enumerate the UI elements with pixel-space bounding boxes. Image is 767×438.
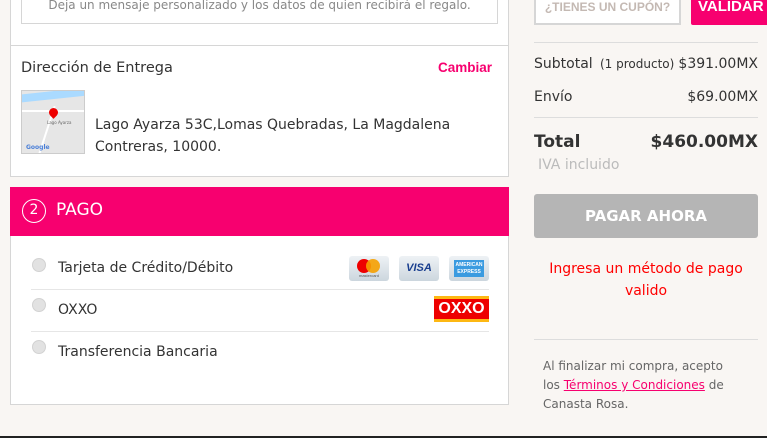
total-label: Total	[534, 132, 581, 152]
tax-note: IVA incluido	[538, 157, 620, 173]
gift-card: Deja un mensaje personalizado y los dato…	[10, 0, 509, 46]
delivery-title: Dirección de Entrega	[21, 60, 173, 76]
subtotal-count: (1 producto)	[600, 57, 675, 71]
visa-icon: VISA	[399, 256, 439, 281]
option-label-transfer: Transferencia Bancaria	[58, 344, 218, 360]
mastercard-icon: mastercard	[349, 256, 389, 281]
address-line-1: Lago Ayarza 53C,Lomas Quebradas, La Magd…	[95, 117, 451, 133]
terms-link[interactable]: Términos y Condiciones	[564, 378, 705, 392]
total-value: $460.00MX	[650, 132, 758, 152]
map-thumbnail: Lago Ayarza Google	[21, 90, 85, 154]
subtotal-label: Subtotal	[534, 56, 593, 72]
gift-message-placeholder: Deja un mensaje personalizado y los dato…	[48, 0, 471, 12]
validate-coupon-button[interactable]: VALIDAR	[691, 0, 767, 25]
map-street-label: Lago Ayarza	[47, 120, 72, 125]
address-line-2: Contreras, 10000.	[95, 139, 222, 155]
terms-text: Al finalizar mi compra, acepto los Térmi…	[543, 357, 733, 414]
amex-label: AMERICAN EXPRESS	[454, 260, 484, 277]
amex-icon: AMERICAN EXPRESS	[449, 256, 489, 281]
oxxo-logo-icon: OXXO	[434, 296, 489, 322]
gift-message-input[interactable]: Deja un mensaje personalizado y los dato…	[21, 0, 498, 24]
subtotal-value: $391.00MX	[678, 56, 758, 72]
change-address-link[interactable]: Cambiar	[438, 60, 492, 75]
radio-oxxo[interactable]	[32, 298, 46, 312]
divider	[534, 117, 758, 118]
payment-title: PAGO	[56, 200, 104, 220]
delivery-section: Dirección de Entrega Cambiar Lago Ayarza…	[10, 45, 509, 177]
delivery-address: Lago Ayarza 53C,Lomas Quebradas, La Magd…	[95, 114, 450, 158]
divider	[534, 339, 758, 340]
radio-transfer[interactable]	[32, 340, 46, 354]
payment-error-message: Ingresa un método de pago valido	[549, 261, 743, 299]
coupon-input[interactable]: ¿TIENES UN CUPÓN?	[534, 0, 681, 25]
payment-section: 2 PAGO Tarjeta de Crédito/Débito masterc…	[10, 187, 509, 405]
payment-option-transfer[interactable]: Transferencia Bancaria	[31, 332, 489, 374]
option-label-oxxo: OXXO	[58, 302, 98, 318]
google-logo: Google	[26, 144, 50, 151]
shipping-value: $69.00MX	[687, 89, 758, 105]
coupon-placeholder: ¿TIENES UN CUPÓN?	[544, 0, 671, 14]
step-number-badge: 2	[22, 199, 46, 223]
radio-card[interactable]	[32, 258, 46, 272]
shipping-label: Envío	[534, 89, 573, 105]
divider	[534, 42, 758, 43]
option-label-card: Tarjeta de Crédito/Débito	[58, 260, 234, 276]
payment-option-card[interactable]: Tarjeta de Crédito/Débito mastercard VIS…	[31, 248, 489, 290]
pay-now-button[interactable]: PAGAR AHORA	[534, 194, 758, 238]
mastercard-label: mastercard	[358, 273, 379, 278]
payment-option-oxxo[interactable]: OXXO OXXO	[31, 290, 489, 332]
payment-header: 2 PAGO	[10, 187, 509, 236]
